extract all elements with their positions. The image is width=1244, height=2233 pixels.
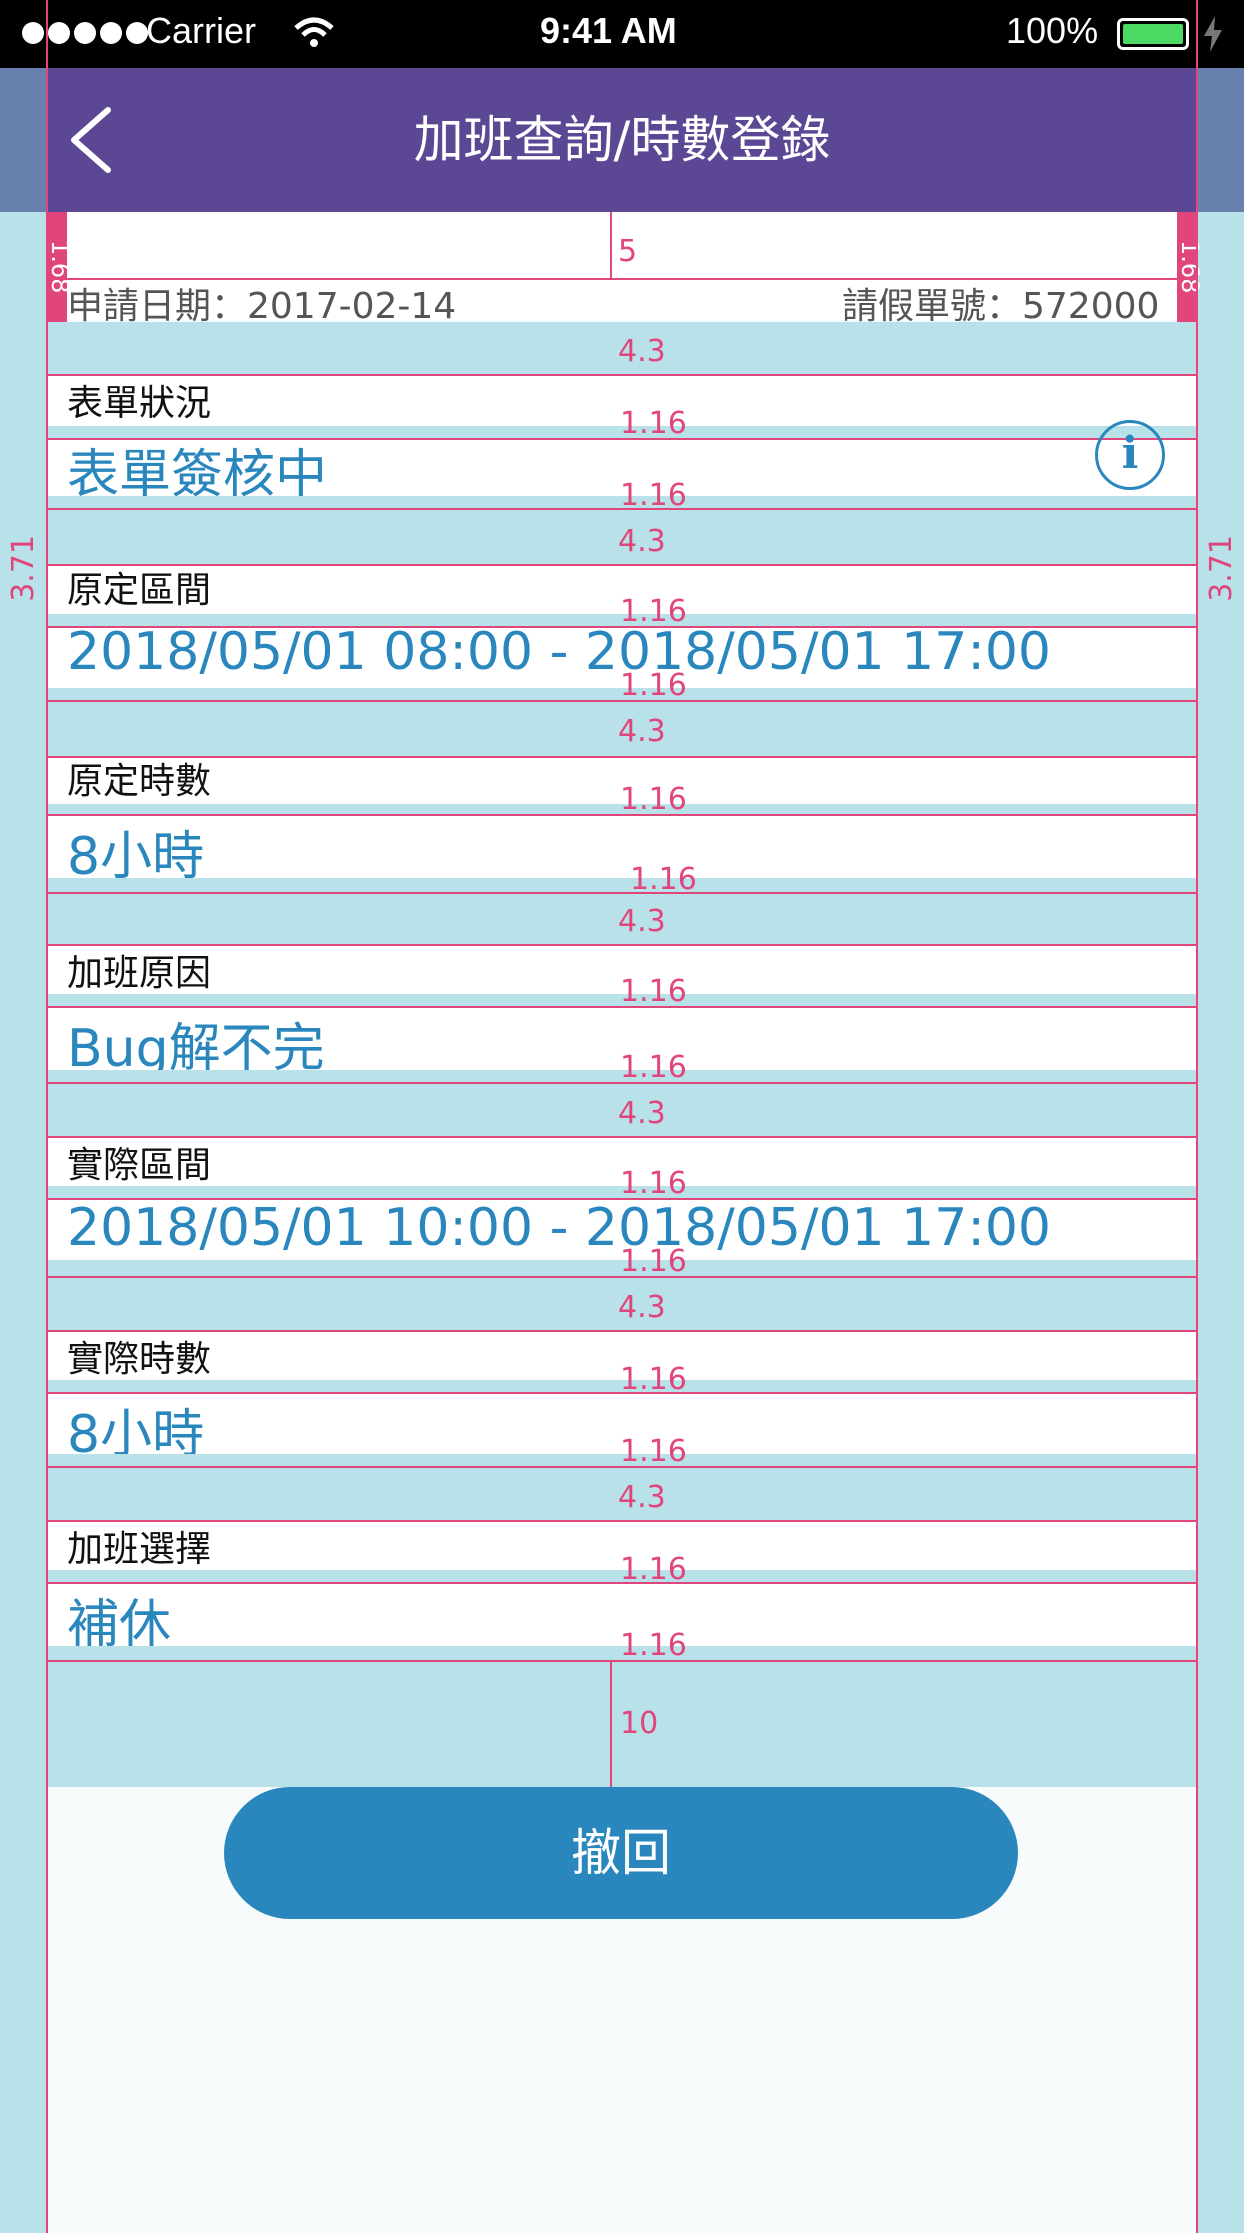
gap-measure: 4.3 [618,1096,666,1131]
inner-measure: 1.16 [620,1166,687,1201]
gap-measure: 4.3 [618,904,666,939]
gap-measure: 4.3 [618,1290,666,1325]
inner-measure: 1.16 [620,668,687,703]
inner-measure: 1.16 [620,1050,687,1085]
overtime-choice-label: 加班選擇 [67,1529,212,1570]
side-measure-right: 3.71 [1204,535,1239,602]
page-title: 加班查詢/時數登錄 [413,111,831,169]
inner-band [47,878,1197,892]
actual-range-value: 2018/05/01 10:00 - 2018/05/01 17:00 [67,1198,1052,1258]
field-value-row [47,816,1197,878]
back-button[interactable] [60,100,130,180]
actual-range-label: 實際區間 [67,1145,212,1186]
charging-icon [1204,16,1222,52]
inner-measure: 1.16 [620,1434,687,1469]
info-icon[interactable]: i [1095,420,1165,490]
status-label: 表單狀況 [67,383,212,424]
reason-label: 加班原因 [67,953,212,994]
left-margin-guide [0,0,47,2233]
planned-range-label: 原定區間 [67,570,212,611]
spacer-guide [610,1662,612,1787]
top-guide [610,212,612,278]
gap-measure: 4.3 [618,1480,666,1515]
gap-measure: 4.3 [618,334,666,369]
planned-hours-label: 原定時數 [67,761,212,802]
gap-measure: 4.3 [618,714,666,749]
side-measure-left: 3.71 [6,535,41,602]
inner-measure: 1.16 [620,406,687,441]
actual-hours-label: 實際時數 [67,1339,212,1380]
inner-measure: 1.16 [620,1244,687,1279]
inner-measure: 1.16 [620,1628,687,1663]
planned-range-value: 2018/05/01 08:00 - 2018/05/01 17:00 [67,622,1052,682]
clock: 9:41 AM [540,10,677,51]
inner-measure: 1.16 [620,782,687,817]
wifi-icon [294,17,334,47]
gap-measure: 4.3 [618,524,666,559]
right-margin-guide [1197,0,1244,2233]
signal-dot [100,22,122,44]
status-bar: Carrier 9:41 AM 100% [0,0,1244,68]
inner-measure: 1.16 [620,974,687,1009]
top-measure: 5 [618,234,638,269]
carrier-label: Carrier [146,10,257,51]
signal-dot [74,22,96,44]
retract-button[interactable]: 撤回 [224,1787,1018,1919]
battery-icon [1117,18,1189,50]
signal-dot [126,22,148,44]
battery-percent: 100% [1006,10,1099,51]
side-guide-right [1196,0,1198,2233]
signal-dot [22,22,44,44]
spacer-measure: 10 [620,1706,659,1741]
side-guide-left [46,0,48,2233]
edge-measure-right: 1.68 [1176,240,1204,294]
signal-dot [48,22,70,44]
